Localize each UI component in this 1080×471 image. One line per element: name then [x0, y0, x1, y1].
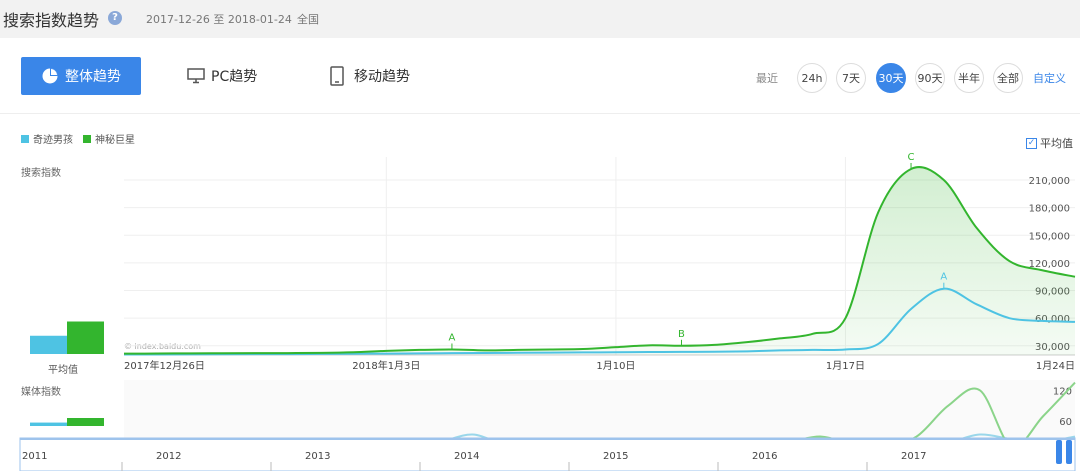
annotation-label-3: A	[940, 272, 947, 283]
series-area-神秘巨星	[124, 167, 1075, 355]
y-tick-label-6: 210,000	[1029, 176, 1070, 187]
media-average-bar-神秘巨星	[67, 418, 104, 426]
timeline-year-2014: 2014	[454, 451, 479, 462]
x-tick-label-4: 1月24日	[1036, 360, 1075, 372]
timeline-handle-right[interactable]	[1066, 440, 1072, 464]
x-tick-label-2: 1月10日	[596, 360, 635, 372]
annotation-label-1: B	[678, 329, 685, 340]
timeline-year-2016: 2016	[752, 451, 777, 462]
timeline-year-2017: 2017	[901, 451, 926, 462]
annotation-label-0: A	[449, 332, 456, 343]
media-y-tick-label-0: 60	[1059, 417, 1072, 428]
annotation-label-2: C	[908, 152, 915, 163]
x-tick-label-3: 1月17日	[826, 360, 865, 372]
timeline-year-2012: 2012	[156, 451, 181, 462]
x-tick-label-0: 2017年12月26日	[124, 359, 205, 372]
trend-chart: 30,00060,00090,000120,000150,000180,0002…	[19, 152, 1076, 471]
timeline-handle-left[interactable]	[1056, 440, 1062, 464]
average-bar-神秘巨星	[67, 321, 104, 354]
y-tick-label-4: 150,000	[1029, 231, 1070, 242]
timeline-year-2011: 2011	[22, 451, 47, 462]
media-average-bar-奇迹男孩	[30, 422, 67, 426]
average-bar-奇迹男孩	[30, 335, 67, 354]
y-tick-label-5: 180,000	[1029, 204, 1070, 215]
timeline-year-2013: 2013	[305, 451, 330, 462]
timeline-year-2015: 2015	[603, 451, 628, 462]
x-tick-label-1: 2018年1月3日	[352, 359, 420, 372]
